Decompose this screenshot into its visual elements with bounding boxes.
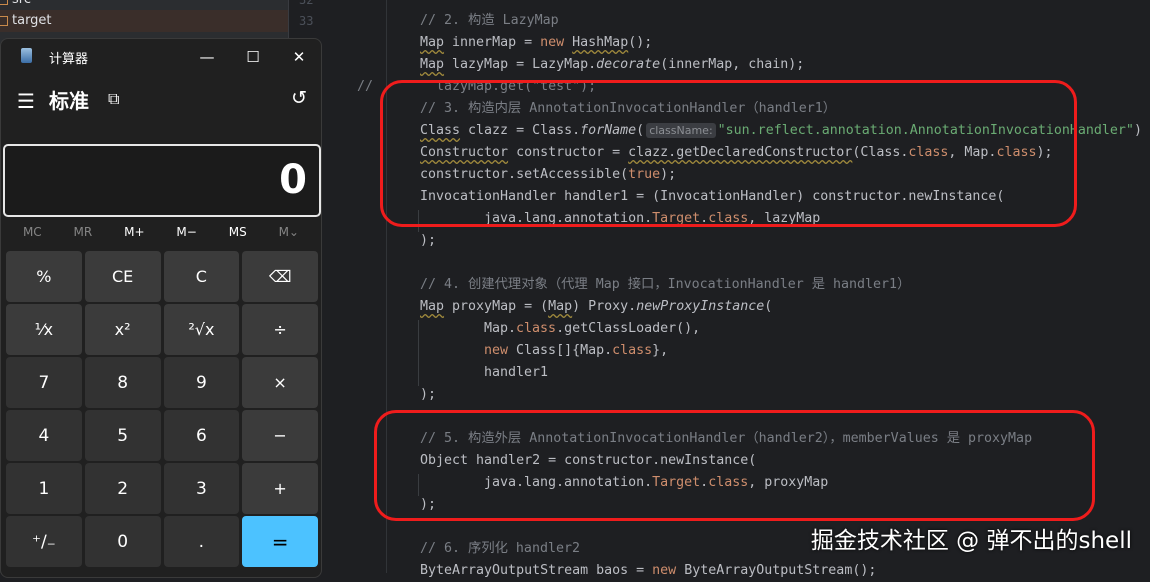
code-line: ); [420, 230, 436, 252]
key-equals[interactable]: = [242, 516, 318, 567]
key-subtract[interactable]: − [242, 410, 318, 461]
highlight-box-handler2 [374, 410, 1095, 521]
code-token: (); [628, 35, 653, 50]
code-token: Map. [484, 321, 517, 336]
code-token: // 4. 创建代理对象（代理 Map 接口，InvocationHandler… [420, 277, 911, 292]
key-0[interactable]: 0 [84, 516, 161, 567]
key-4[interactable]: 4 [6, 410, 82, 461]
code-token: }, [652, 343, 669, 358]
code-token: // 2. 构造 LazyMap [420, 13, 559, 28]
code-line: Map innerMap = new HashMap(); [420, 32, 652, 54]
watermark: 掘金技术社区 @ 弹不出的shell [810, 528, 1132, 554]
code-line: Map proxyMap = (Map) Proxy.newProxyInsta… [420, 296, 772, 318]
code-line: // 6. 序列化 handler2 [420, 538, 580, 560]
key-2[interactable]: 2 [84, 463, 161, 514]
code-token: new [652, 563, 677, 578]
code-line: handler1 [484, 362, 548, 384]
calculator-app-icon [21, 48, 32, 63]
code-token: new [540, 35, 565, 50]
code-line: ); [420, 384, 436, 406]
keypad: % CE C ⌫ ¹⁄x x² ²√x ÷ 7 8 9 × 4 5 6− 1 2 3 + ⁺∕₋ 0. = [6, 251, 318, 567]
title-bar: 计算器 — ☐ ✕ [1, 39, 321, 73]
code-token: ) [1133, 123, 1142, 138]
key-multiply[interactable]: × [242, 357, 318, 408]
window-title: 计算器 [49, 52, 89, 67]
hamburger-menu-icon[interactable]: ☰ [17, 89, 35, 113]
code-token: Map [420, 299, 445, 314]
code-token: // 6. 序列化 handler2 [420, 541, 580, 556]
key-negate[interactable]: ⁺∕₋ [6, 516, 82, 567]
key-backspace[interactable]: ⌫ [242, 251, 318, 302]
indent-guide [418, 320, 419, 386]
key-8[interactable]: 8 [84, 357, 161, 408]
code-token: handler1 [484, 365, 549, 380]
key-clear-entry[interactable]: CE [84, 251, 161, 302]
memory-button-2[interactable]: M+ [124, 225, 144, 245]
code-token: class [516, 321, 557, 336]
code-line: new Class[]{Map.class}, [484, 340, 668, 362]
memory-button-5: M⌄ [278, 225, 299, 239]
highlight-box-handler1 [380, 80, 1077, 227]
code-line: // 4. 创建代理对象（代理 Map 接口，InvocationHandler… [420, 274, 910, 296]
history-icon[interactable]: ↺ [291, 87, 307, 109]
result-display: 0 [3, 144, 321, 217]
key-square-root[interactable]: ²√x [163, 304, 240, 355]
key-decimal[interactable]: . [163, 516, 240, 567]
code-token: ) Proxy. [572, 299, 637, 314]
key-1[interactable]: 1 [6, 463, 82, 514]
calculator-window: 计算器 — ☐ ✕ ☰ 标准 ⧉ ↺ 0 MC MR M+ M− MS M⌄ % CE C ⌫ ¹… [0, 38, 322, 578]
code-line: Map lazyMap = LazyMap.decorate(innerMap,… [420, 54, 804, 76]
code-line: // 2. 构造 LazyMap [420, 10, 559, 32]
code-token: proxyMap = ( [444, 299, 549, 314]
key-divide[interactable]: ÷ [242, 304, 318, 355]
key-6[interactable]: 6 [163, 410, 240, 461]
code-token: Map [420, 35, 445, 50]
memory-row: MC MR M+ M− MS M⌄ [1, 225, 321, 245]
key-add[interactable]: + [242, 463, 318, 514]
code-token: ByteArrayOutputStream(); [676, 563, 877, 578]
memory-button-1: MR [73, 225, 93, 239]
key-7[interactable]: 7 [6, 357, 82, 408]
code-token: innerMap = [444, 35, 541, 50]
close-button[interactable]: ✕ [279, 43, 319, 71]
code-token: Class[]{Map. [508, 343, 613, 358]
memory-button-3[interactable]: M− [176, 225, 196, 245]
code-token: ByteArrayOutputStream baos = [420, 563, 653, 578]
key-9[interactable]: 9 [163, 357, 240, 408]
minimize-button[interactable]: — [187, 43, 227, 71]
key-percent[interactable]: % [6, 251, 82, 302]
code-token: Map [548, 299, 573, 314]
code-line: ByteArrayOutputStream baos = new ByteArr… [420, 560, 876, 582]
code-token: decorate [596, 57, 661, 72]
code-token: (innerMap, chain); [660, 57, 805, 72]
memory-button-0: MC [22, 225, 42, 239]
code-token: HashMap [572, 35, 629, 50]
code-token: ); [420, 233, 437, 248]
key-5[interactable]: 5 [84, 410, 161, 461]
code-line: Map.class.getClassLoader(), [484, 318, 700, 340]
memory-button-4[interactable]: MS [229, 225, 247, 245]
key-reciprocal[interactable]: ¹⁄x [6, 304, 82, 355]
mode-title: 标准 [49, 89, 89, 113]
code-token: ( [764, 299, 773, 314]
keep-on-top-icon[interactable]: ⧉ [108, 89, 119, 109]
comment-prefix: // [357, 79, 374, 94]
code-token: class [612, 343, 653, 358]
code-token: newProxyInstance [636, 299, 765, 314]
key-3[interactable]: 3 [163, 463, 240, 514]
key-clear[interactable]: C [163, 251, 240, 302]
code-token: Map [420, 57, 445, 72]
key-square[interactable]: x² [84, 304, 161, 355]
code-token: ); [420, 387, 437, 402]
code-token: new [484, 343, 509, 358]
maximize-button[interactable]: ☐ [233, 43, 273, 71]
code-token: lazyMap = LazyMap. [444, 57, 597, 72]
code-token: .getClassLoader(), [556, 321, 701, 336]
